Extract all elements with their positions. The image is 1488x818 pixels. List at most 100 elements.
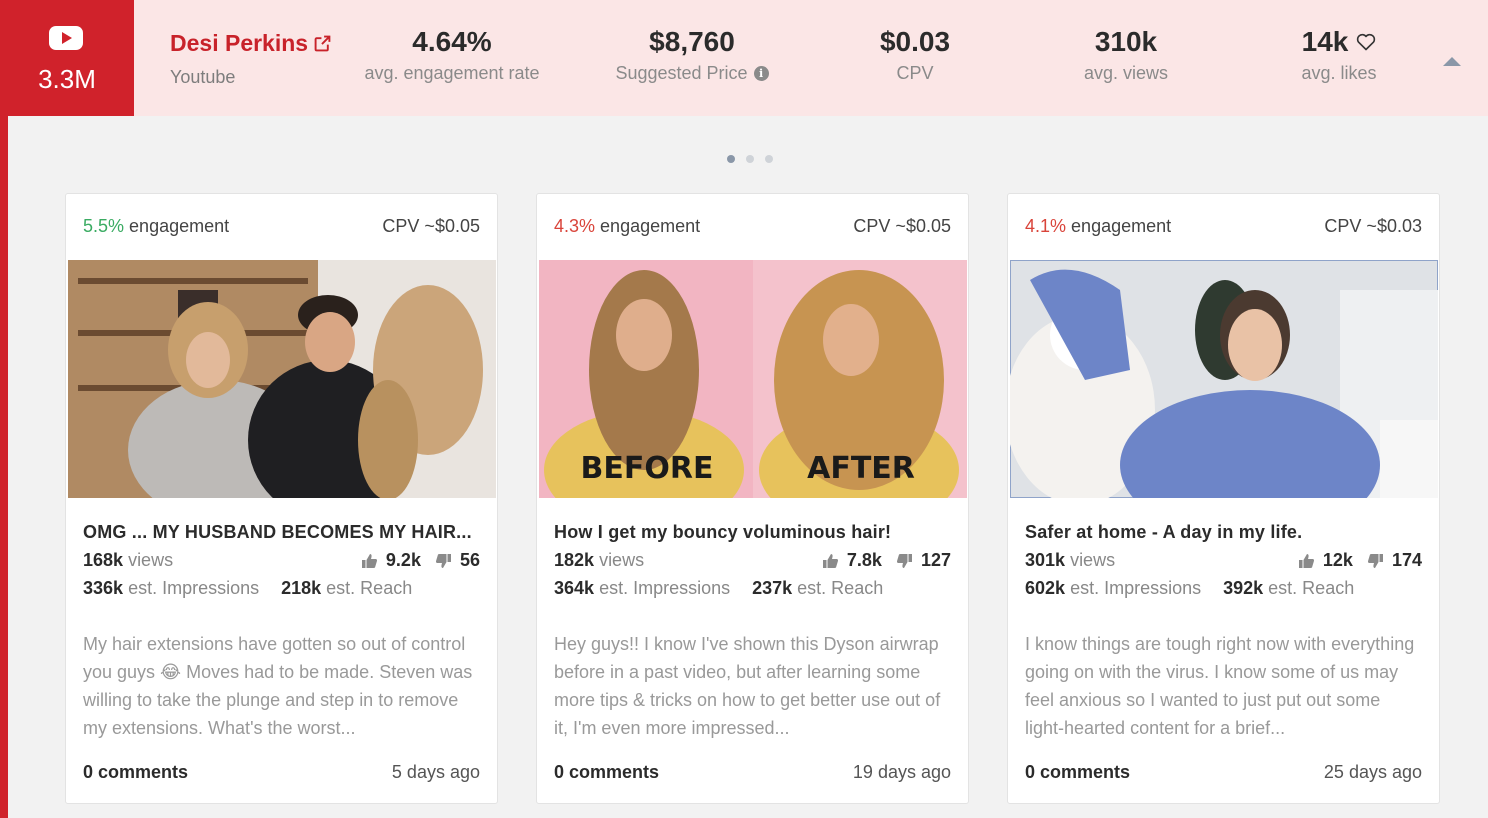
external-link-icon	[314, 35, 331, 52]
engagement-info: 4.1% engagement	[1025, 216, 1171, 237]
stat-label: CPV	[896, 63, 934, 83]
video-card[interactable]: 4.3% engagement CPV ~$0.05 BEFORE AFTER …	[536, 193, 969, 804]
views-label: views	[599, 550, 645, 570]
video-card[interactable]: 5.5% engagement CPV ~$0.05 OMG ... MY HU…	[65, 193, 498, 804]
video-thumbnail[interactable]	[1010, 260, 1438, 498]
reach-info: 237k est. Reach	[752, 578, 883, 599]
comments-count[interactable]: 0 comments	[83, 762, 188, 783]
comments-count[interactable]: 0 comments	[554, 762, 659, 783]
impressions-info: 364k est. Impressions	[554, 578, 730, 599]
views-info: 168k views	[83, 550, 173, 571]
thumbs-up-icon	[822, 553, 838, 568]
video-stats: 182k views 7.8k 127	[554, 550, 951, 571]
impressions-info: 602k est. Impressions	[1025, 578, 1201, 599]
likes-count: 12k	[1322, 550, 1353, 570]
card-header: 4.3% engagement CPV ~$0.05	[554, 216, 951, 237]
creator-info: Desi Perkins Youtube	[170, 30, 331, 88]
reach-stats: 602k est. Impressions 392k est. Reach	[1025, 578, 1422, 599]
impressions-info: 336k est. Impressions	[83, 578, 259, 599]
info-icon[interactable]: i	[753, 66, 769, 81]
thumbs-up-icon	[361, 553, 377, 568]
views-info: 182k views	[554, 550, 644, 571]
thumbs-down-icon	[435, 553, 451, 568]
impressions-count: 602k	[1025, 578, 1066, 598]
views-label: views	[128, 550, 174, 570]
stat-value: $8,760	[649, 26, 735, 57]
cpv-value: CPV ~$0.03	[1324, 216, 1422, 236]
likes-count: 7.8k	[846, 550, 882, 570]
subscriber-count: 3.3M	[38, 64, 96, 94]
reach-count: 237k	[752, 578, 793, 598]
platform-name: Youtube	[170, 67, 236, 87]
collapse-arrow-icon[interactable]	[1443, 57, 1461, 66]
video-stats: 301k views 12k 174	[1025, 550, 1422, 571]
stat-value: 14k	[1301, 26, 1349, 57]
views-label: views	[1070, 550, 1116, 570]
stat-label-wrap: Suggested Price i	[615, 63, 769, 84]
card-footer: 0 comments 5 days ago	[83, 762, 480, 783]
card-footer: 0 comments 19 days ago	[554, 762, 951, 783]
cpv-value: CPV ~$0.05	[853, 216, 951, 236]
stat-avg-likes: 14k avg. likes	[1292, 26, 1386, 84]
video-title[interactable]: Safer at home - A day in my life.	[1025, 522, 1422, 543]
video-title[interactable]: OMG ... MY HUSBAND BECOMES MY HAIR...	[83, 522, 480, 543]
views-count: 182k	[554, 550, 595, 570]
engagement-label: engagement	[1071, 216, 1172, 236]
video-thumbnail[interactable]: BEFORE AFTER	[539, 260, 967, 498]
stat-value: 4.64%	[412, 26, 492, 57]
video-description: Hey guys!! I know I've shown this Dyson …	[554, 634, 941, 738]
stat-suggested-price: $8,760 Suggested Price i	[612, 26, 772, 84]
stat-label: avg. likes	[1301, 63, 1377, 83]
thumbs-up-icon	[1298, 553, 1314, 568]
dislikes-count: 127	[920, 550, 951, 570]
stat-engagement: 4.64% avg. engagement rate	[361, 26, 543, 84]
card-footer: 0 comments 25 days ago	[1025, 762, 1422, 783]
card-header: 5.5% engagement CPV ~$0.05	[83, 216, 480, 237]
reach-count: 392k	[1223, 578, 1264, 598]
thumbs-down-icon	[1367, 553, 1383, 568]
impressions-label: est. Impressions	[128, 578, 260, 598]
impressions-label: est. Impressions	[1070, 578, 1202, 598]
stat-value-wrap: 14k	[1302, 26, 1377, 58]
reach-count: 218k	[281, 578, 322, 598]
dislikes-count: 174	[1391, 550, 1422, 570]
posted-time: 19 days ago	[852, 762, 951, 782]
video-title[interactable]: How I get my bouncy voluminous hair!	[554, 522, 951, 543]
views-info: 301k views	[1025, 550, 1115, 571]
impressions-label: est. Impressions	[599, 578, 731, 598]
youtube-icon	[49, 26, 83, 50]
carousel-dot[interactable]	[746, 155, 754, 163]
influencer-header: 3.3M Desi Perkins Youtube 4.64% avg. eng…	[0, 0, 1488, 116]
engagement-label: engagement	[129, 216, 230, 236]
reach-label: est. Reach	[326, 578, 413, 598]
impressions-count: 336k	[83, 578, 124, 598]
video-stats: 168k views 9.2k 56	[83, 550, 480, 571]
before-label: BEFORE	[581, 451, 714, 486]
creator-link[interactable]: Desi Perkins	[170, 30, 331, 57]
heart-icon	[1357, 33, 1376, 51]
video-card[interactable]: 4.1% engagement CPV ~$0.03 Safer at home…	[1007, 193, 1440, 804]
reactions: 7.8k 127	[822, 550, 951, 571]
engagement-value: 4.3%	[554, 216, 596, 236]
reach-info: 218k est. Reach	[281, 578, 412, 599]
thumbs-down-icon	[896, 553, 912, 568]
reach-stats: 364k est. Impressions 237k est. Reach	[554, 578, 951, 599]
comments-count[interactable]: 0 comments	[1025, 762, 1130, 783]
stat-avg-views: 310k avg. views	[1075, 26, 1177, 84]
video-thumbnail[interactable]	[68, 260, 496, 498]
stat-value: 310k	[1094, 26, 1158, 57]
posted-time: 5 days ago	[391, 762, 480, 782]
stat-label: avg. views	[1083, 63, 1169, 83]
likes-count: 9.2k	[385, 550, 421, 570]
stat-cpv: $0.03 CPV	[865, 26, 965, 84]
stat-value: $0.03	[879, 26, 951, 57]
engagement-value: 4.1%	[1025, 216, 1067, 236]
reactions: 9.2k 56	[361, 550, 480, 571]
stat-label: avg. engagement rate	[364, 63, 540, 83]
creator-name: Desi Perkins	[170, 30, 309, 56]
carousel-dot[interactable]	[765, 155, 773, 163]
card-header: 4.1% engagement CPV ~$0.03	[1025, 216, 1422, 237]
carousel-dot[interactable]	[727, 155, 735, 163]
carousel-pagination	[727, 155, 773, 163]
engagement-info: 4.3% engagement	[554, 216, 700, 237]
